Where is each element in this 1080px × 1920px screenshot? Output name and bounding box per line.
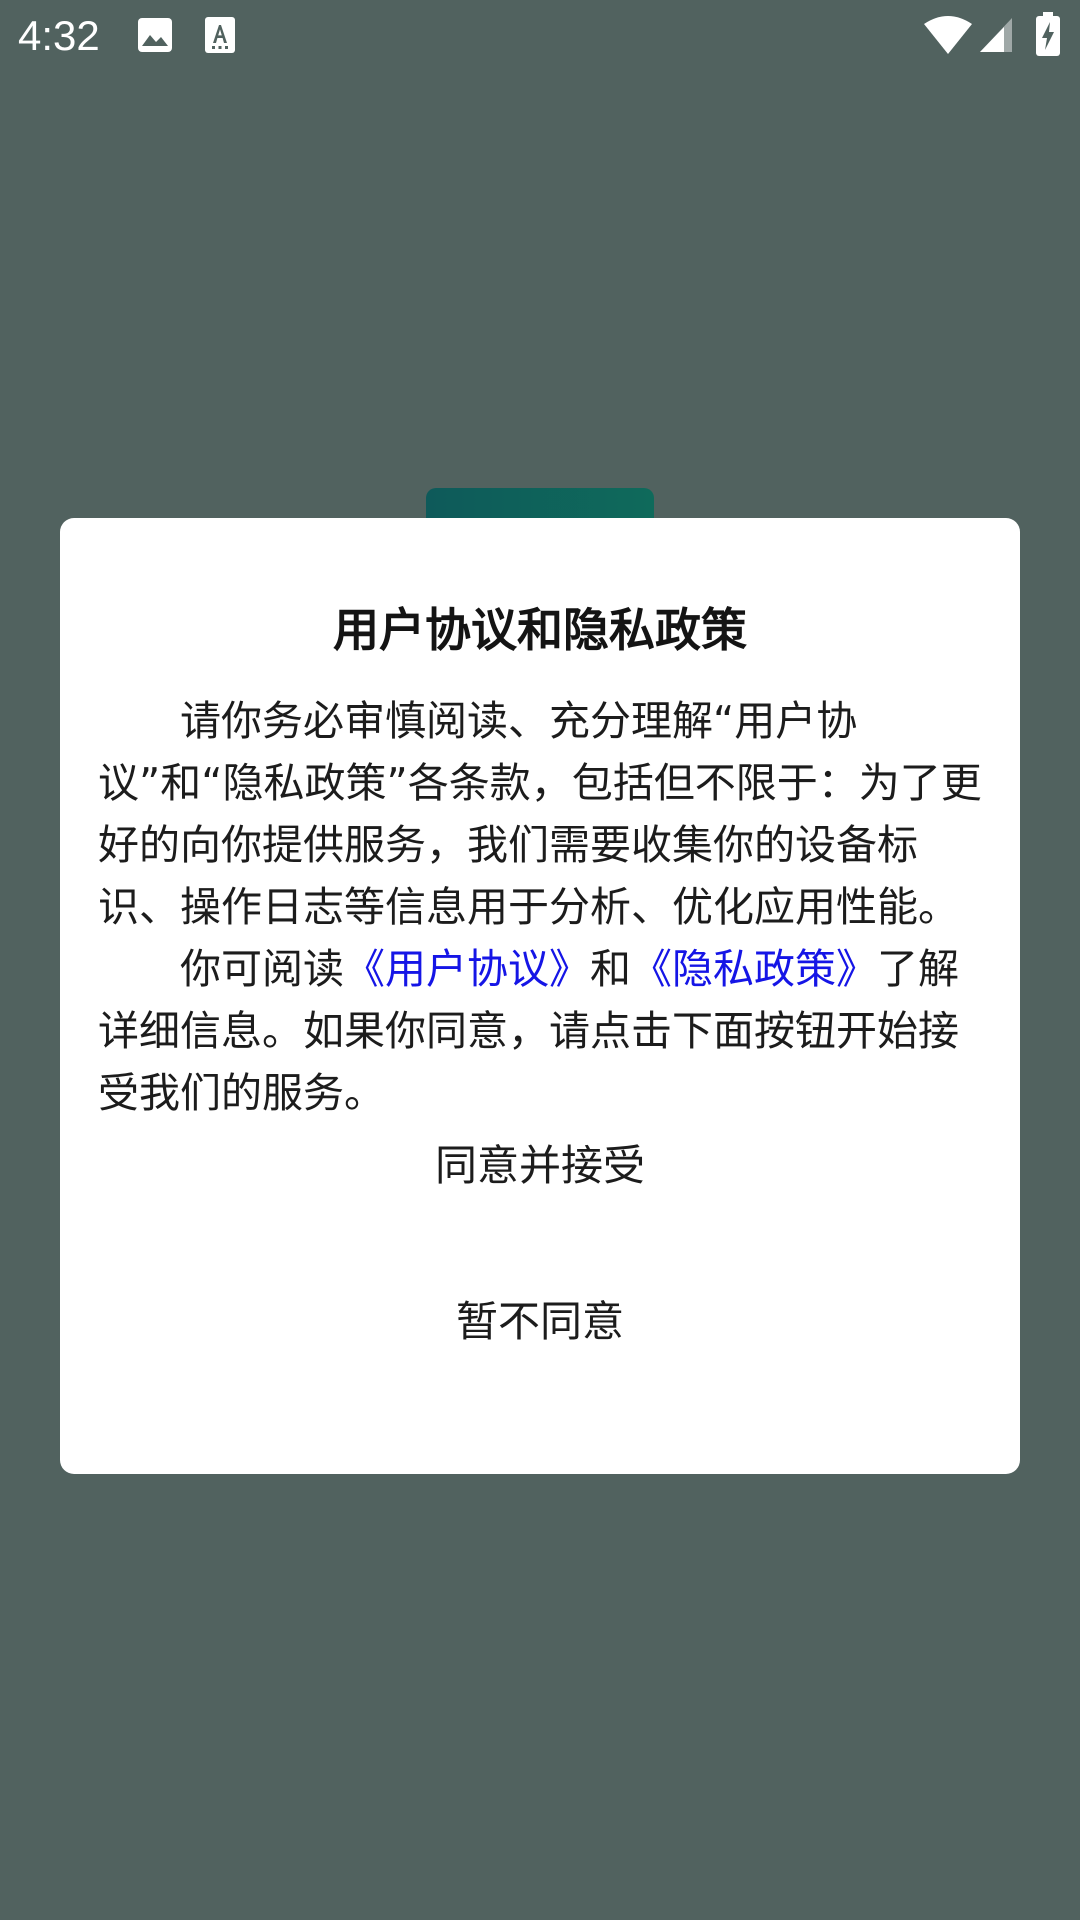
status-time: 4:32 — [18, 12, 100, 59]
agree-button[interactable]: 同意并接受 — [60, 1116, 1020, 1216]
paragraph-2-and: 和 — [590, 945, 631, 993]
image-icon — [138, 18, 172, 52]
user-agreement-link[interactable]: 《用户协议》 — [344, 945, 590, 993]
dialog-body: 请你务必审慎阅读、充分理解“用户协议”和“隐私政策”各条款，包括但不限于：为了更… — [98, 690, 982, 1124]
signal-icon — [980, 18, 1012, 52]
status-bar: 4:32 — [0, 0, 1080, 72]
battery-charging-icon — [1036, 12, 1060, 56]
dialog-paragraph-1: 请你务必审慎阅读、充分理解“用户协议”和“隐私政策”各条款，包括但不限于：为了更… — [98, 697, 982, 931]
decline-button[interactable]: 暂不同意 — [60, 1272, 1020, 1372]
text-recognition-icon — [205, 17, 235, 53]
dialog-title: 用户协议和隐私政策 — [333, 603, 747, 657]
wifi-icon — [924, 16, 972, 54]
privacy-policy-link[interactable]: 《隐私政策》 — [631, 945, 877, 993]
paragraph-2-prefix: 你可阅读 — [180, 945, 344, 993]
dialog-paragraph-2: 你可阅读《用户协议》和《隐私政策》了解详细信息。如果你同意，请点击下面按钮开始接… — [98, 938, 982, 1124]
privacy-dialog: 用户协议和隐私政策 请你务必审慎阅读、充分理解“用户协议”和“隐私政策”各条款，… — [60, 518, 1020, 1474]
